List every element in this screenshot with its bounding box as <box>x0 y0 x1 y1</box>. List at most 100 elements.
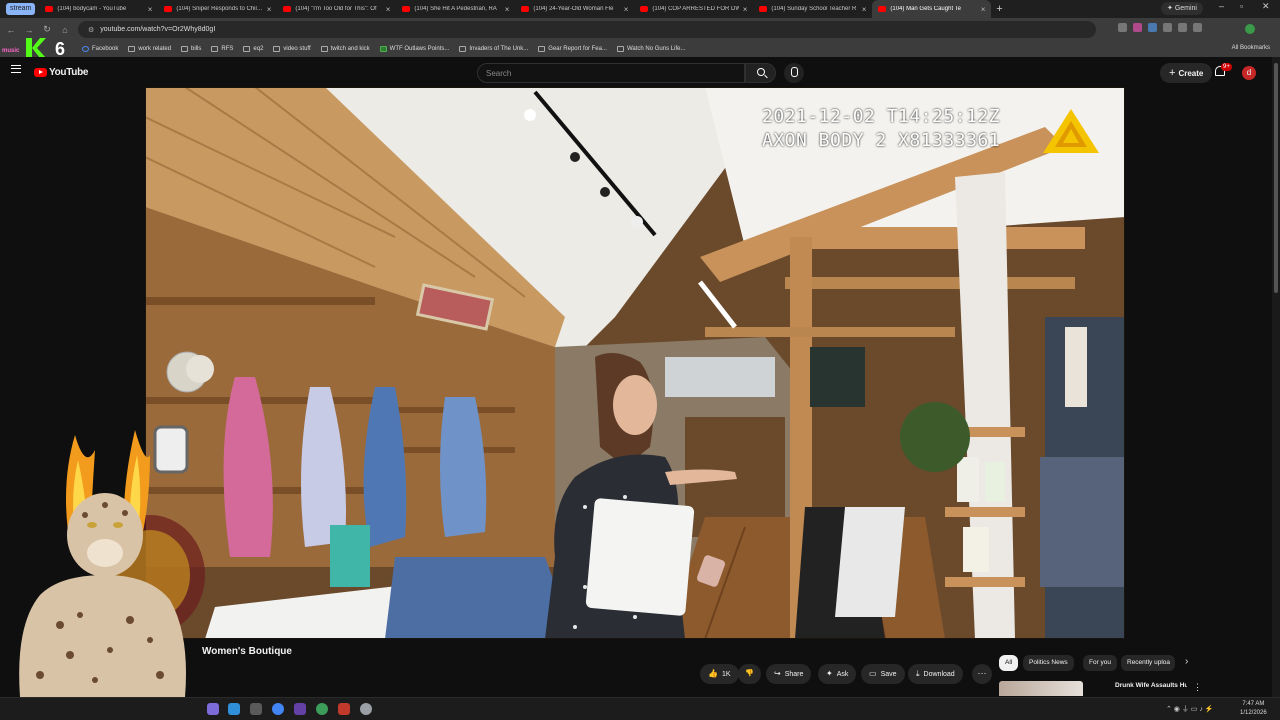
save-button[interactable]: ▭ Save <box>861 664 905 684</box>
browser-tab[interactable]: (104) bodycam - YouTube × <box>39 0 158 18</box>
folder-icon <box>243 46 251 52</box>
bookmark-folder[interactable]: work related <box>128 46 171 52</box>
taskbar-clock[interactable]: 7:47 AM 1/12/2026 <box>1240 700 1267 718</box>
profile-avatar[interactable] <box>1245 24 1255 34</box>
close-tab-icon[interactable]: × <box>743 5 748 14</box>
folder-icon <box>128 46 136 52</box>
settings-gear-icon[interactable] <box>360 703 372 715</box>
bookmark-folder[interactable]: twitch and kick <box>320 46 370 52</box>
system-tray-icons[interactable]: ⌃ ◉ ⏚ ▭ ♪ ⚡ <box>1166 704 1214 714</box>
close-tab-icon[interactable]: × <box>505 5 510 14</box>
browser-tab-active[interactable]: (104) Man Gets Caught Te × <box>872 0 992 18</box>
extensions-puzzle-icon[interactable] <box>1163 23 1172 32</box>
voice-search-button[interactable] <box>784 63 804 83</box>
chip-recently-uploaded[interactable]: Recently uploa <box>1121 655 1175 671</box>
extension-icon[interactable] <box>1118 23 1127 32</box>
forward-icon[interactable]: → <box>20 25 38 35</box>
extension-icon[interactable] <box>1133 23 1142 32</box>
youtube-favicon-icon <box>640 6 649 12</box>
tab-title: (104) bodycam - YouTube <box>57 6 127 12</box>
axon-logo-icon <box>1043 109 1099 153</box>
back-icon[interactable]: ← <box>2 25 20 35</box>
tab-title: (104) 24-Year-Old Woman Fle <box>533 6 614 12</box>
bookmark-folder[interactable]: eq2 <box>243 46 263 52</box>
bookmark-folder[interactable]: RFS <box>211 46 233 52</box>
chevron-right-icon[interactable]: › <box>1185 656 1188 667</box>
share-button[interactable]: ↪ Share <box>766 664 812 684</box>
close-tab-icon[interactable]: × <box>981 5 986 14</box>
browser-tab[interactable]: (104) Sunday School Teacher R × <box>753 0 872 18</box>
site-info-icon[interactable]: ⚙ <box>88 26 94 34</box>
video-player[interactable]: 2021-12-02 T14:25:12Z AXON BODY 2 X813333… <box>145 87 1125 639</box>
user-avatar[interactable]: d <box>1242 66 1256 80</box>
downloads-icon[interactable] <box>1193 23 1202 32</box>
taskbar-app-icon[interactable] <box>207 703 219 715</box>
tab-title: (104) Sunday School Teacher R <box>771 6 857 12</box>
bookmark-facebook[interactable]: Facebook <box>82 46 118 52</box>
browser-tab[interactable]: (104) COP ARRESTED FOR DWI A × <box>634 0 753 18</box>
close-tab-icon[interactable]: × <box>862 5 867 14</box>
browser-toolbar: ← → ↻ ⌂ ⚙ youtube.com/watch?v=Or2Why8d0g… <box>0 18 1280 41</box>
bodycam-overlay: 2021-12-02 T14:25:12Z AXON BODY 2 X813333… <box>762 105 1000 153</box>
taskbar-app-icon[interactable] <box>228 703 240 715</box>
close-window-icon[interactable]: ✕ <box>1262 1 1270 12</box>
close-tab-icon[interactable]: × <box>267 5 272 14</box>
browser-tab[interactable]: (104) "I'm Too Old for This": Of × <box>277 0 396 18</box>
youtube-wordmark[interactable]: YouTube <box>49 67 89 78</box>
chrome-icon[interactable] <box>272 703 284 715</box>
recommendation-menu-icon[interactable]: ⋮ <box>1193 682 1202 693</box>
dislike-button[interactable]: 👎 <box>738 664 761 684</box>
chip-for-you[interactable]: For you <box>1083 655 1118 671</box>
chip-politics-news[interactable]: Politics News <box>1023 655 1074 671</box>
youtube-favicon-icon <box>759 6 768 12</box>
bookmark-folder[interactable]: bills <box>181 46 201 52</box>
download-button[interactable]: ⤓ Download <box>908 664 963 684</box>
browser-tab[interactable]: (104) She Hit A Pedestrian, RA × <box>396 0 515 18</box>
page-scrollbar[interactable] <box>1272 57 1280 697</box>
create-button[interactable]: + Create <box>1160 63 1213 83</box>
bookmark-folder[interactable]: video stuff <box>273 46 311 52</box>
bookmark-link[interactable]: WTF Outlaws Points... <box>379 46 449 52</box>
menu-icon[interactable] <box>11 65 21 73</box>
bookmark-link[interactable]: Watch No Guns Life... <box>616 46 685 52</box>
extension-icon[interactable] <box>1148 23 1157 32</box>
taskbar-app-icon[interactable] <box>250 703 262 715</box>
address-bar[interactable]: ⚙ youtube.com/watch?v=Or2Why8d0gI <box>78 21 1096 38</box>
close-tab-icon[interactable]: × <box>148 5 153 14</box>
taskbar-app-icon[interactable] <box>316 703 328 715</box>
youtube-logo-icon[interactable] <box>34 68 47 77</box>
folder-icon <box>181 46 189 52</box>
browser-tab[interactable]: (104) 24-Year-Old Woman Fle × <box>515 0 634 18</box>
like-button[interactable]: 👍 1K <box>700 664 739 684</box>
ask-button[interactable]: ✦ Ask <box>818 664 857 684</box>
browser-tab[interactable]: (104) Sniper Responds to Chil… × <box>158 0 277 18</box>
chip-all[interactable]: All <box>999 655 1019 671</box>
reload-icon[interactable]: ↻ <box>38 24 56 35</box>
new-tab-button[interactable]: + <box>991 3 1007 15</box>
tab-group-label[interactable]: stream <box>6 3 36 15</box>
more-actions-button[interactable]: ··· <box>972 664 992 684</box>
bookmark-link[interactable]: Invaders of The Unk... <box>459 46 528 52</box>
scrollbar-thumb[interactable] <box>1274 63 1278 293</box>
like-count: 1K <box>721 671 731 678</box>
close-tab-icon[interactable]: × <box>624 5 629 14</box>
close-tab-icon[interactable]: × <box>386 5 391 14</box>
recommendation-thumbnail[interactable] <box>999 681 1083 696</box>
maximize-window-icon[interactable]: ▫ <box>1240 1 1243 11</box>
youtube-favicon-icon <box>521 6 530 12</box>
minimize-window-icon[interactable]: – <box>1219 1 1224 11</box>
tab-title: (104) Man Gets Caught Te <box>890 6 961 12</box>
side-panel-icon[interactable] <box>1178 23 1187 32</box>
recommendation-title[interactable]: Drunk Wife Assaults Husband and Holds Hi… <box>1115 682 1187 690</box>
bookmark-link[interactable]: Gear Report for Fea... <box>538 46 607 52</box>
taskbar-app-icon[interactable] <box>294 703 306 715</box>
bookmarks-bar: Facebook work related bills RFS eq2 vide… <box>0 41 1280 57</box>
home-icon[interactable]: ⌂ <box>56 25 74 35</box>
windows-taskbar: ⌃ ◉ ⏚ ▭ ♪ ⚡ 7:47 AM 1/12/2026 <box>0 697 1280 720</box>
search-button[interactable] <box>745 63 776 83</box>
search-input[interactable]: Search <box>477 63 745 83</box>
all-bookmarks-button[interactable]: All Bookmarks <box>1232 45 1270 51</box>
gemini-button[interactable]: ✦ Gemini <box>1161 2 1203 15</box>
taskbar-app-icon[interactable] <box>338 703 350 715</box>
folder-icon <box>320 46 328 52</box>
